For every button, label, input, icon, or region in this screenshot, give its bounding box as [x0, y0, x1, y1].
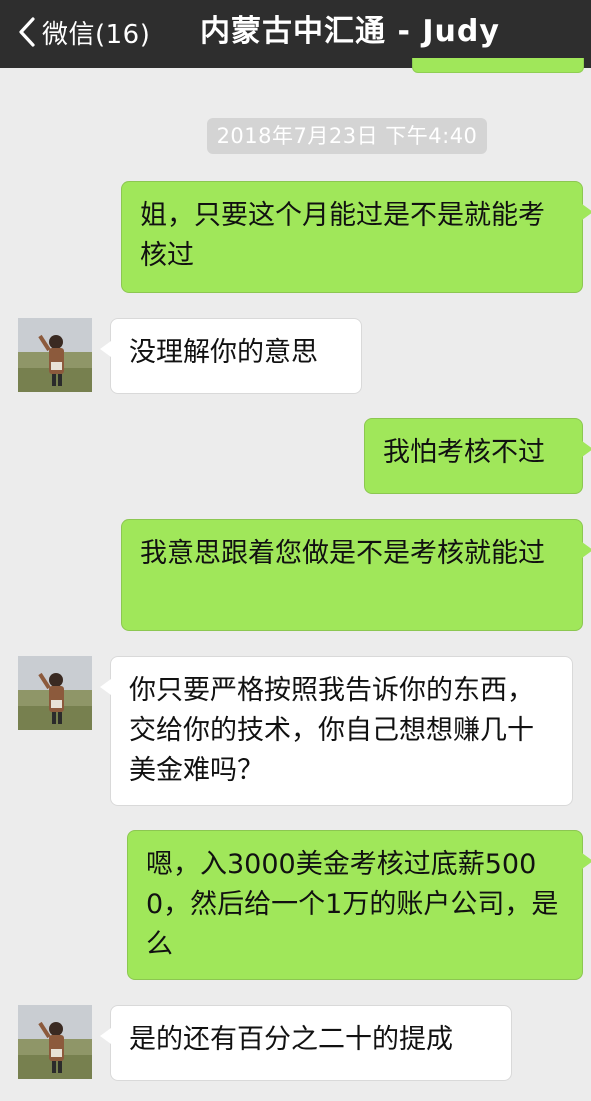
received-message-bubble[interactable]: 没理解你的意思 — [100, 318, 362, 394]
back-button[interactable]: 微信(16) — [18, 12, 150, 52]
sent-message-bubble[interactable]: 嗯，入3000美金考核过底薪5000，然后给一个1万的账户公司，是么 — [127, 830, 591, 980]
received-message-bubble[interactable]: 是的还有百分之二十的提成 — [100, 1005, 512, 1081]
message-text: 我意思跟着您做是不是考核就能过 — [140, 538, 545, 569]
sent-message-bubble[interactable]: 我怕考核不过 — [364, 418, 591, 494]
message-text: 姐，只要这个月能过是不是就能考核过 — [140, 200, 545, 271]
sent-message-bubble[interactable]: 我意思跟着您做是不是考核就能过 — [121, 519, 591, 631]
message-text: 是的还有百分之二十的提成 — [129, 1024, 453, 1055]
sent-message-bubble[interactable]: 姐，只要这个月能过是不是就能考核过 — [121, 181, 591, 293]
chat-title: 内蒙古中汇通 - Judy — [200, 14, 500, 49]
received-message-bubble[interactable]: 你只要严格按照我告诉你的东西，交给你的技术，你自己想想赚几十美金难吗？ — [100, 656, 573, 806]
contact-avatar[interactable] — [18, 656, 92, 730]
message-text: 嗯，入3000美金考核过底薪5000，然后给一个1万的账户公司，是么 — [146, 849, 559, 960]
back-label: 微信(16) — [42, 19, 151, 50]
message-text: 我怕考核不过 — [383, 437, 545, 468]
message-timestamp: 2018年7月23日 下午4:40 — [207, 118, 487, 154]
back-chevron-icon — [18, 17, 36, 47]
previous-message-bubble[interactable] — [412, 58, 584, 73]
message-text: 没理解你的意思 — [129, 337, 318, 368]
message-text: 你只要严格按照我告诉你的东西，交给你的技术，你自己想想赚几十美金难吗？ — [129, 675, 534, 786]
contact-avatar[interactable] — [18, 318, 92, 392]
contact-avatar[interactable] — [18, 1005, 92, 1079]
